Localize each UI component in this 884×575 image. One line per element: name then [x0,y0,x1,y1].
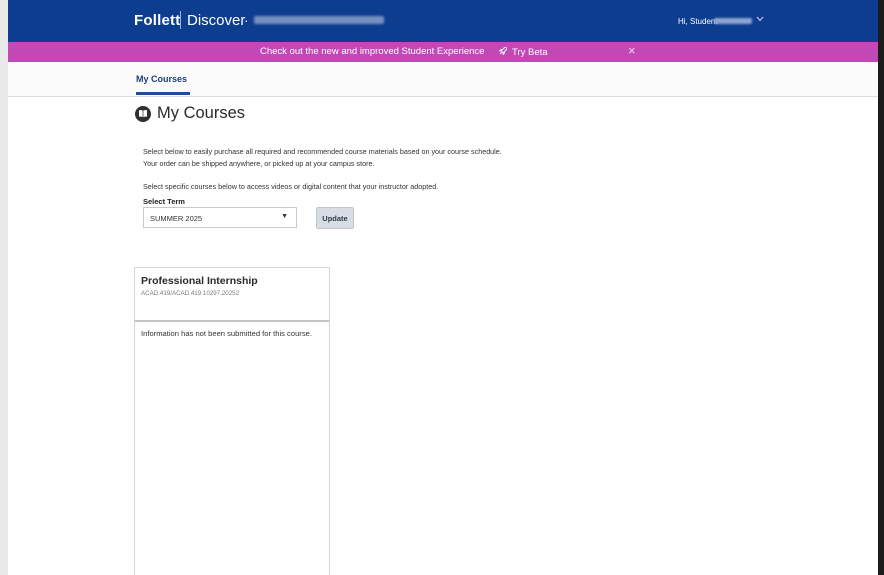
promo-text: Check out the new and improved Student E… [260,46,485,57]
user-name-redacted [714,18,752,24]
brand-dot: · [244,12,249,28]
close-icon[interactable]: × [628,44,636,58]
book-icon [135,105,151,122]
tab-my-courses[interactable]: My Courses [136,74,187,84]
course-name[interactable]: Professional Internship [141,275,258,287]
course-code: ACAD.419/ACAD.419.10297.20252 [141,290,240,297]
page-title: My Courses [157,104,246,122]
window-frame-left [0,0,8,575]
select-term-label: Select Term [143,197,185,206]
update-button[interactable]: Update [316,207,354,229]
top-navigation-bar: Follett Discover · Hi, Student [8,0,878,42]
active-tab-indicator [136,92,190,95]
promo-banner: Check out the new and improved Student E… [8,42,878,62]
chevron-down-icon: ▼ [281,213,288,220]
user-greeting[interactable]: Hi, Student [678,17,718,26]
course-card-header[interactable]: Professional Internship ACAD.419/ACAD.41… [135,268,329,322]
window-frame-right [878,0,884,575]
term-select-value: SUMMER 2025 [150,214,203,223]
term-select[interactable]: SUMMER 2025 ▼ [143,207,297,228]
page-header: My Courses [135,104,245,123]
chevron-down-icon[interactable] [756,14,764,24]
course-status-message: Information has not been submitted for t… [141,329,312,338]
product-name: Discover [187,12,246,29]
rocket-icon [498,46,508,59]
try-beta-label: Try Beta [512,47,548,58]
try-beta-link[interactable]: Try Beta [498,46,548,59]
tab-bar: My Courses [8,62,878,97]
course-card: Professional Internship ACAD.419/ACAD.41… [134,267,330,575]
brand-logo[interactable]: Follett [134,12,180,29]
intro-text-line-1: Select below to easily purchase all requ… [143,147,502,156]
brand-divider [180,11,181,29]
intro-text-line-2: Your order can be shipped anywhere, or p… [143,159,375,168]
school-name-redacted [254,16,384,24]
intro-text-line-3: Select specific courses below to access … [143,182,439,191]
